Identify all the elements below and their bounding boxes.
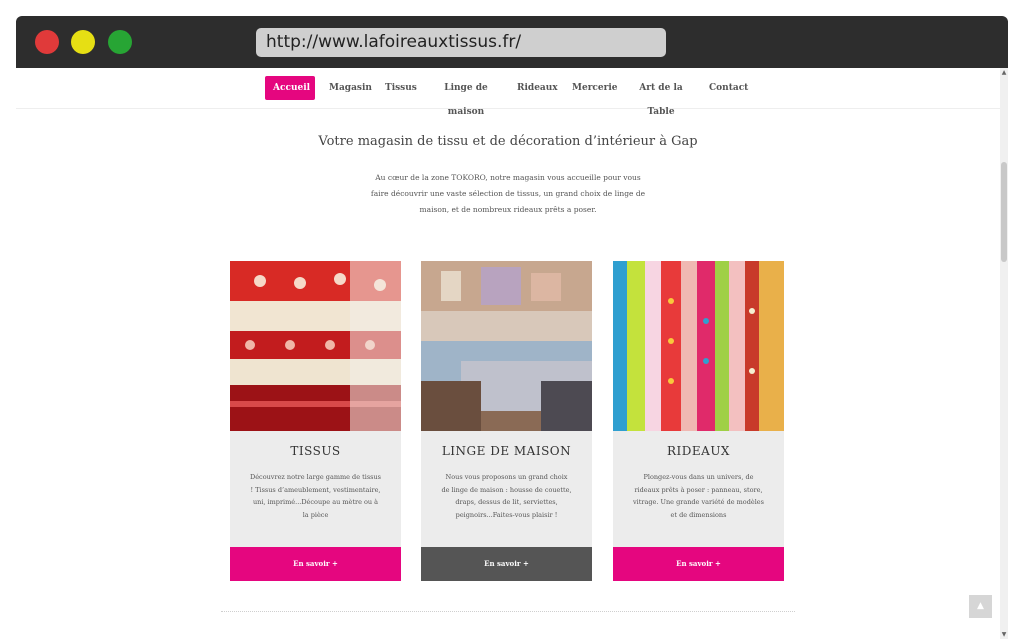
- browser-chrome: http://www.lafoireauxtissus.fr/: [16, 16, 1008, 68]
- card-linge-text: Nous vous proposons un grand choix de li…: [441, 473, 572, 519]
- card-tissus: TISSUS Découvrez notre large gamme de ti…: [230, 261, 401, 581]
- section-divider: [221, 611, 795, 612]
- minimize-window-dot[interactable]: [71, 30, 95, 54]
- card-rideaux-button[interactable]: En savoir +: [613, 547, 784, 581]
- nav-accueil[interactable]: Accueil: [265, 76, 315, 100]
- card-linge-title: LINGE DE MAISON: [441, 444, 572, 458]
- maximize-window-dot[interactable]: [108, 30, 132, 54]
- browser-window: http://www.lafoireauxtissus.fr/ Accueil …: [16, 16, 1008, 639]
- card-tissus-title: TISSUS: [290, 444, 341, 458]
- card-rideaux-title: RIDEAUX: [667, 444, 730, 458]
- card-linge-button[interactable]: En savoir +: [421, 547, 592, 581]
- intro-text: Au cœur de la zone TOKORO, notre magasin…: [370, 173, 646, 214]
- nav-art-de-la-table[interactable]: Art de la Table: [622, 76, 700, 117]
- card-tissus-button[interactable]: En savoir +: [230, 547, 401, 581]
- main-nav: Accueil Magasin Tissus Linge de maison R…: [16, 68, 1000, 117]
- page-scrollbar[interactable]: ▲ ▼: [1000, 68, 1008, 639]
- web-page: Accueil Magasin Tissus Linge de maison R…: [16, 68, 1008, 639]
- scroll-down-arrow-icon[interactable]: ▼: [1000, 631, 1008, 638]
- rideaux-image: [613, 261, 784, 431]
- linge-image: [421, 261, 592, 431]
- tissus-image: [230, 261, 401, 431]
- nav-mercerie[interactable]: Mercerie: [564, 76, 618, 100]
- nav-contact[interactable]: Contact: [701, 76, 748, 100]
- card-rideaux: RIDEAUX Plongez-vous dans un univers, de…: [613, 261, 784, 581]
- scroll-up-arrow-icon[interactable]: ▲: [1000, 69, 1008, 76]
- address-bar[interactable]: http://www.lafoireauxtissus.fr/: [256, 28, 666, 57]
- page-headline: Votre magasin de tissu et de décoration …: [318, 134, 698, 149]
- nav-tissus[interactable]: Tissus: [377, 76, 417, 100]
- scrollbar-thumb[interactable]: [1001, 162, 1007, 262]
- card-rideaux-text: Plongez-vous dans un univers, de rideaux…: [633, 473, 764, 519]
- nav-linge-de-maison[interactable]: Linge de maison: [424, 76, 508, 117]
- nav-magasin[interactable]: Magasin: [321, 76, 372, 100]
- close-window-dot[interactable]: [35, 30, 59, 54]
- card-tissus-text: Découvrez notre large gamme de tissus ! …: [250, 473, 382, 519]
- nav-rideaux[interactable]: Rideaux: [509, 76, 559, 100]
- card-linge-de-maison: LINGE DE MAISON Nous vous proposons un g…: [421, 261, 592, 581]
- chevron-up-icon[interactable]: ▲: [969, 595, 992, 618]
